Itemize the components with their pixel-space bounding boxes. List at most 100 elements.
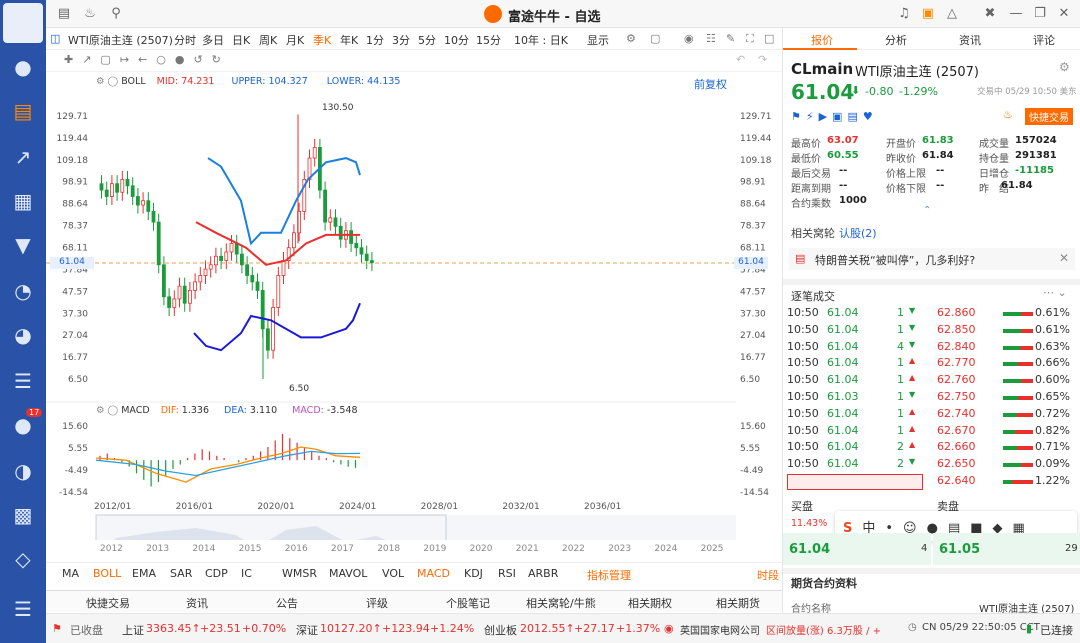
code-icon[interactable]: ◇ (8, 544, 38, 574)
quick-trade-button[interactable]: 快捷交易 (1025, 108, 1073, 125)
bid-row[interactable]: 61.04 4 (783, 533, 931, 565)
indicator-tab[interactable]: ARBR (528, 567, 558, 580)
panel-settings-icon[interactable]: ⚙ (1059, 60, 1070, 74)
pen-icon[interactable]: ✎ (726, 32, 735, 45)
headset-icon[interactable]: ♫ (896, 6, 912, 22)
period-2[interactable]: 日K (232, 32, 250, 48)
drawing-tools-icon[interactable]: ✚↗▢↦←○●↺↻ (64, 53, 230, 66)
period-4[interactable]: 月K (286, 32, 304, 48)
news-ticker-2[interactable]: 区间放量(涨) 6.3万股 / + (766, 622, 881, 637)
indicator-tab[interactable]: EMA (132, 567, 156, 580)
export-icon[interactable]: ☷ (706, 32, 716, 45)
period-7[interactable]: 1分 (366, 32, 384, 48)
nav-tick: 2024 (654, 544, 678, 554)
game-icon[interactable]: ▩ (8, 500, 38, 530)
pie-icon[interactable]: ◔ (8, 276, 38, 306)
info-tab[interactable]: 快捷交易 (86, 595, 130, 611)
trade-icon[interactable]: ▦ (8, 186, 38, 216)
redo-icon[interactable]: ↷ (758, 53, 767, 66)
period-3[interactable]: 周K (259, 32, 277, 48)
tab-comments[interactable]: 评论 (1033, 32, 1055, 48)
range-select[interactable]: 10年 : 日K (514, 32, 568, 48)
period-5[interactable]: 季K (313, 32, 331, 48)
info-tab[interactable]: 相关窝轮/牛熊 (526, 595, 596, 611)
close-panel-icon[interactable]: □ (764, 32, 774, 45)
info-tab[interactable]: 相关期货 (716, 595, 760, 611)
shrink-icon[interactable]: ✖ (982, 6, 998, 22)
price-tick-left: 98.91 (62, 178, 88, 188)
period-0[interactable]: 分时 (174, 32, 196, 48)
fullscreen-icon[interactable]: ⛶ (746, 32, 754, 46)
stat-label: 最高价 (791, 139, 821, 150)
indicator-tab[interactable]: KDJ (464, 567, 483, 580)
symbol-label[interactable]: WTI原油主连 (2507) (68, 32, 173, 48)
indicator-tab[interactable]: SAR (170, 567, 192, 580)
info-tab[interactable]: 相关期权 (628, 595, 672, 611)
display-select[interactable]: 显示 (587, 32, 609, 48)
market-icon[interactable]: ↗ (8, 142, 38, 172)
related-link[interactable]: 认股(2) (839, 225, 877, 241)
sh-label[interactable]: 上证 (122, 622, 144, 638)
badge-icons[interactable]: ⚑⚡▶▣▤♥ (791, 110, 878, 123)
boll-settings-icon[interactable]: ⚙ ◯ (96, 76, 118, 87)
candle (162, 264, 166, 298)
news-icon[interactable]: ☰ (8, 366, 38, 396)
bag-icon[interactable]: ▣ (920, 6, 936, 22)
price-chart[interactable]: 129.71119.44109.1898.9188.6478.3768.1157… (46, 90, 782, 540)
ask-row[interactable]: 61.05 29 (933, 533, 1080, 565)
period-8[interactable]: 3分 (392, 32, 410, 48)
sidebar-toggle-icon[interactable]: ◫ (50, 32, 60, 45)
cy-label[interactable]: 创业板 (484, 622, 517, 638)
period-10[interactable]: 10分 (444, 32, 469, 48)
close-icon[interactable]: ✕ (1056, 6, 1072, 22)
alert-bell-icon[interactable]: ♨ (1003, 108, 1013, 121)
news-banner[interactable]: ▤ 特朗普关税“被叫停”，几多利好? ✕ (789, 248, 1075, 270)
period-1[interactable]: 多日 (202, 32, 224, 48)
indicator-tab[interactable]: RSI (498, 567, 516, 580)
sz-label[interactable]: 深证 (296, 622, 318, 638)
indicator-tab[interactable]: CDP (205, 567, 228, 580)
search-icon[interactable]: ⚲ (108, 6, 124, 22)
indicator-tab[interactable]: VOL (382, 567, 404, 580)
user-icon[interactable]: ● (8, 52, 38, 82)
indicator-tab[interactable]: BOLL (93, 567, 121, 580)
minimize-icon[interactable]: — (1008, 6, 1024, 22)
collapse-icon[interactable]: ⌃ (923, 205, 931, 216)
period-9[interactable]: 5分 (418, 32, 436, 48)
period-6[interactable]: 年K (340, 32, 358, 48)
news-ticker[interactable]: 英国国家电网公司 (680, 622, 760, 637)
tab-quote[interactable]: 报价 (811, 32, 833, 48)
watchlist-icon[interactable]: ▤ (8, 96, 38, 126)
indicator-tab[interactable]: MAVOL (329, 567, 367, 580)
moon-icon[interactable]: ◑ (8, 456, 38, 486)
restore-icon[interactable]: ❐ (1032, 6, 1048, 22)
period-11[interactable]: 15分 (476, 32, 501, 48)
layout-icon[interactable]: ▢ (650, 32, 660, 45)
shirt-icon[interactable]: △ (944, 6, 960, 22)
info-tab[interactable]: 评级 (366, 595, 388, 611)
compass-icon[interactable]: ◕ (8, 320, 38, 350)
camera-icon[interactable]: ◉ (684, 32, 694, 45)
tab-news[interactable]: 资讯 (959, 32, 981, 48)
indicator-tab[interactable]: WMSR (282, 567, 317, 580)
indicator-tab[interactable]: 时段 (757, 567, 779, 583)
stat-value: -- (839, 165, 848, 176)
settings-icon[interactable]: ⚙ (626, 32, 636, 45)
more-icon[interactable]: ⋯ ⌄ (1043, 286, 1067, 299)
info-tab[interactable]: 公告 (276, 595, 298, 611)
filter-icon[interactable]: ▼ (8, 230, 38, 260)
menu-icon[interactable]: ☰ (8, 594, 38, 624)
bell-icon[interactable]: ♨ (82, 6, 98, 22)
news-close-icon[interactable]: ✕ (1059, 251, 1069, 265)
window-icon[interactable]: ▤ (56, 6, 72, 22)
info-tab[interactable]: 资讯 (186, 595, 208, 611)
indicator-tab[interactable]: MACD (417, 567, 450, 580)
indicator-tab[interactable]: MA (62, 567, 79, 580)
indicator-tab[interactable]: 指标管理 (587, 567, 631, 583)
info-tab[interactable]: 个股笔记 (446, 595, 490, 611)
undo-icon[interactable]: ↶ (736, 53, 745, 66)
app-logo[interactable] (3, 3, 43, 43)
tab-analysis[interactable]: 分析 (885, 32, 907, 48)
indicator-tab[interactable]: IC (241, 567, 252, 580)
bid-qty: 4 (921, 543, 928, 554)
